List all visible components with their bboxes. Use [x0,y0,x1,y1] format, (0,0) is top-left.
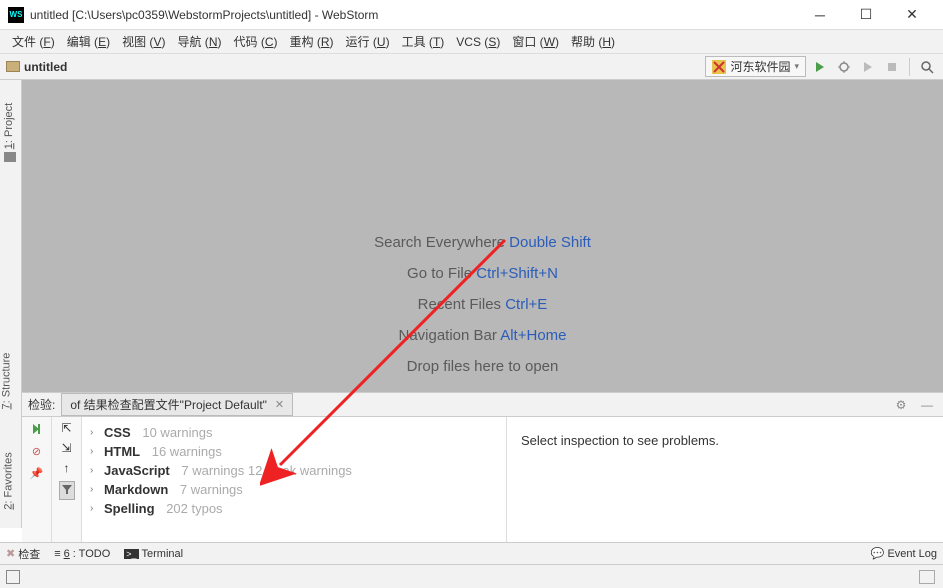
run-button[interactable] [810,57,830,77]
webstorm-icon: WS [8,7,24,23]
inspection-detail-text: Select inspection to see problems. [521,433,719,448]
inspection-header: 检验: of 结果检查配置文件"Project Default" ✕ ⚙ — [22,393,943,417]
tool-tab-project[interactable]: 11: Project: Project [3,103,15,149]
pin-button[interactable]: 📌 [28,465,46,481]
inspection-tab-label: of 结果检查配置文件"Project Default" [70,396,267,413]
maximize-button[interactable]: ☐ [843,1,889,29]
tool-tab-todo[interactable]: ≡6: TODO [54,548,110,560]
inspection-panel: 检验: of 结果检查配置文件"Project Default" ✕ ⚙ — ⊘… [22,392,943,564]
filter-button[interactable] [59,481,75,500]
bottom-tool-tabs: ✖检查 ≡6: TODO >_Terminal 💬Event Log [0,542,943,564]
folder-icon [6,61,20,72]
hide-panel-button[interactable]: — [917,395,937,415]
chevron-right-icon: › [90,465,100,476]
inspection-row-markdown[interactable]: ›Markdown 7 warnings [90,480,498,499]
tool-tab-terminal[interactable]: >_Terminal [124,548,183,560]
tool-tab-inspect[interactable]: ✖检查 [6,546,40,562]
run-config-name: 河东软件园 [730,58,790,75]
close-button[interactable]: ✕ [889,1,935,29]
menu-view[interactable]: 视图 (V) [116,31,171,52]
menu-edit[interactable]: 编辑 (E) [61,31,116,52]
tool-tab-icon [4,152,16,162]
tool-tab-favorites[interactable]: 2: Favorites [3,452,15,509]
left-tool-gutter: 11: Project: Project 7: Structure 2: Fav… [0,80,22,528]
collapse-all-button[interactable]: ⇲ [61,441,71,455]
hint-search-shortcut: Double Shift [509,234,591,251]
chevron-right-icon: › [90,446,100,457]
inspection-row-javascript[interactable]: ›JavaScript 7 warnings 12 weak warnings [90,461,498,480]
gear-icon[interactable]: ⚙ [891,395,911,415]
hint-recent-label: Recent Files [418,296,506,313]
menu-window[interactable]: 窗口 (W) [506,31,565,52]
expand-all-button[interactable]: ⇱ [61,421,71,435]
chevron-down-icon: ▾ [794,61,799,72]
tool-tab-eventlog[interactable]: 💬Event Log [871,547,937,560]
inspection-tab[interactable]: of 结果检查配置文件"Project Default" ✕ [61,393,293,416]
hint-navbar-label: Navigation Bar [398,327,500,344]
status-quick-access-icon[interactable] [6,570,20,584]
menu-navigate[interactable]: 导航 (N) [171,31,227,52]
hint-gotofile-label: Go to File [407,265,476,282]
status-indicator-icon[interactable] [919,570,935,584]
close-icon[interactable]: ✕ [275,398,284,411]
status-bar [0,564,943,588]
hint-search-label: Search Everywhere [374,234,509,251]
navigation-bar: untitled 河东软件园 ▾ [0,54,943,80]
hint-drop-label: Drop files here to open [407,358,559,375]
menu-help[interactable]: 帮助 (H) [565,31,621,52]
chevron-right-icon: › [90,503,100,514]
close-tool-button[interactable]: ⊘ [28,443,46,459]
menu-file[interactable]: 文件 (F) [6,31,61,52]
main-menubar: 文件 (F) 编辑 (E) 视图 (V) 导航 (N) 代码 (C) 重构 (R… [0,30,943,54]
stop-button[interactable] [882,57,902,77]
chevron-right-icon: › [90,427,100,438]
search-icon [920,60,934,74]
menu-run[interactable]: 运行 (U) [340,31,396,52]
inspection-row-html[interactable]: ›HTML 16 warnings [90,442,498,461]
run-with-coverage-button[interactable] [858,57,878,77]
tool-tab-structure[interactable]: 7: Structure [0,353,12,410]
js-icon [712,60,726,74]
inspection-row-css[interactable]: ›CSS 10 warnings [90,423,498,442]
window-titlebar: WS untitled [C:\Users\pc0359\WebstormPro… [0,0,943,30]
hint-navbar-shortcut: Alt+Home [500,327,566,344]
rerun-button[interactable] [28,421,46,437]
menu-tools[interactable]: 工具 (T) [396,31,451,52]
minimize-button[interactable]: ─ [797,1,843,29]
prev-button[interactable]: ↑ [64,461,70,475]
run-config-selector[interactable]: 河东软件园 ▾ [705,56,806,77]
breadcrumb-project[interactable]: untitled [24,60,705,74]
inspection-row-spelling[interactable]: ›Spelling 202 typos [90,499,498,518]
menu-vcs[interactable]: VCS (S) [450,33,506,51]
debug-button[interactable] [834,57,854,77]
hint-gotofile-shortcut: Ctrl+Shift+N [476,265,558,282]
search-button[interactable] [917,57,937,77]
window-title: untitled [C:\Users\pc0359\WebstormProjec… [30,8,797,22]
chevron-right-icon: › [90,484,100,495]
menu-refactor[interactable]: 重构 (R) [284,31,340,52]
menu-code[interactable]: 代码 (C) [227,31,283,52]
hint-recent-shortcut: Ctrl+E [505,296,547,313]
inspection-header-label: 检验: [28,396,55,413]
